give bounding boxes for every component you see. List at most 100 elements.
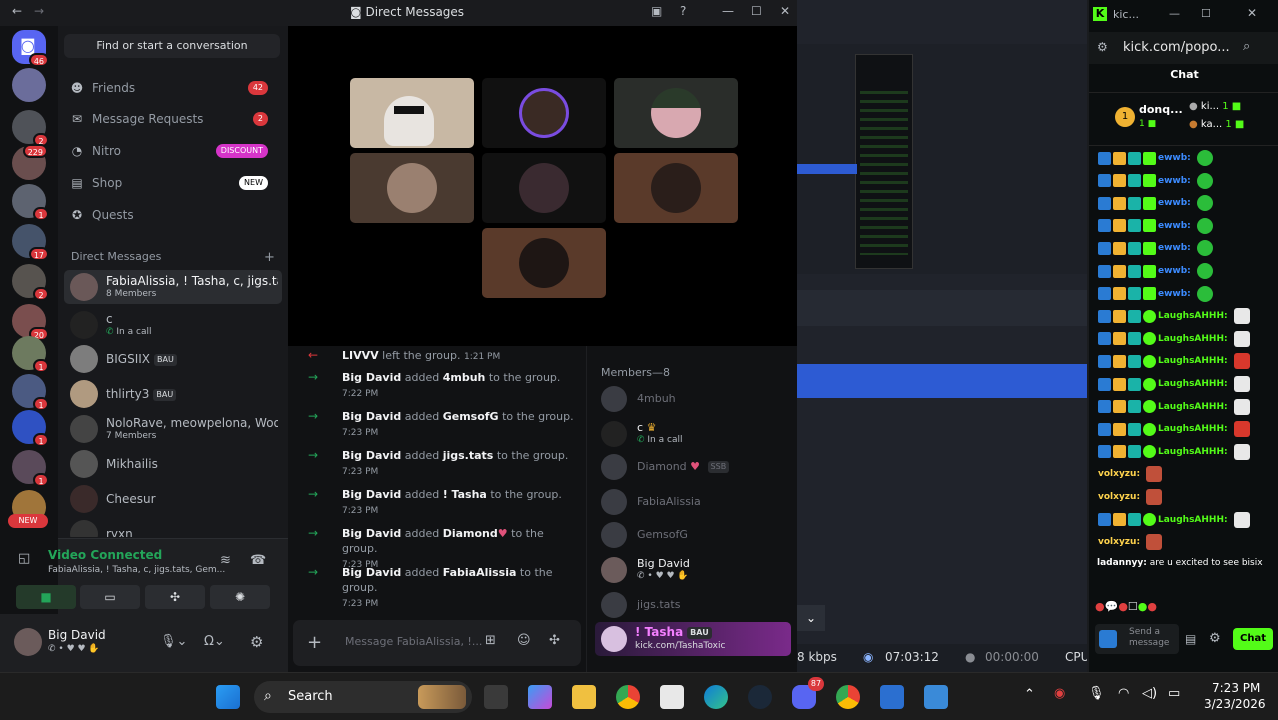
member-item[interactable]: Big David ✆ • ♥ ♥ ✋ [601, 557, 791, 585]
chat-user[interactable]: volxyzu: [1098, 537, 1140, 547]
clock-time[interactable]: 7:23 PM [1212, 681, 1260, 695]
help-icon[interactable]: ? [680, 4, 686, 18]
discord-taskbar-icon[interactable]: 87 [792, 677, 824, 709]
emote-icon[interactable]: 💬 [1105, 600, 1119, 613]
chat-user[interactable]: LaughsAHHH: [1158, 311, 1228, 321]
server-icon[interactable]: 2 [12, 110, 49, 147]
headphones-icon[interactable]: Ω⌄ [204, 634, 225, 649]
create-dm-icon[interactable]: + [264, 250, 275, 265]
activities-button[interactable]: ✣ [145, 585, 205, 609]
chevron-up-icon[interactable]: ⌃ [1024, 687, 1035, 702]
chat-user[interactable]: volxyzu: [1098, 492, 1140, 502]
dm-item[interactable]: Cheesur [64, 482, 282, 516]
chat-user[interactable]: ewwb: [1158, 221, 1191, 231]
nav-shop[interactable]: ▤ Shop NEW [68, 169, 278, 197]
video-tile[interactable] [614, 153, 738, 223]
store-icon[interactable] [660, 685, 684, 709]
chrome-icon[interactable] [616, 685, 640, 709]
emote-icon[interactable]: ● [1147, 600, 1157, 613]
url-text[interactable]: kick.com/popo... [1123, 40, 1230, 55]
chat-user[interactable]: ewwb: [1158, 176, 1191, 186]
apps-icon[interactable]: ✣ [549, 633, 560, 648]
chat-user[interactable]: ewwb: [1158, 243, 1191, 253]
nav-friends[interactable]: ☻ Friends 42 [68, 74, 278, 102]
copilot-icon[interactable] [528, 685, 552, 709]
connection-icon[interactable]: ◱ [18, 551, 30, 566]
emote-icon[interactable]: ☐ [1128, 600, 1138, 613]
emote-icon[interactable]: ● [1118, 600, 1128, 613]
maximize-icon[interactable]: ☐ [1201, 7, 1211, 20]
chat-user[interactable]: LaughsAHHH: [1158, 402, 1228, 412]
emote-icon[interactable]: ● [1138, 600, 1148, 613]
settings-gear-icon[interactable]: ⚙ [1209, 631, 1221, 646]
server-icon[interactable]: 1 [12, 450, 49, 487]
tray-app-icon[interactable]: ◉ [1054, 686, 1065, 701]
server-icon[interactable]: 1 [12, 336, 49, 373]
video-tile[interactable] [482, 153, 606, 223]
microphone-icon[interactable]: 🎙︎ [1088, 686, 1105, 701]
member-item[interactable]: c ♛ ✆ In a call [601, 421, 791, 449]
disconnect-icon[interactable]: ☎ [250, 553, 266, 568]
edge-icon[interactable] [704, 685, 728, 709]
screenshare-button[interactable]: ▭ [80, 585, 140, 609]
close-icon[interactable]: ✕ [780, 4, 790, 18]
gift-icon[interactable]: ▤ [1185, 632, 1196, 646]
nav-nitro[interactable]: ◔ Nitro DISCOUNT [68, 137, 278, 165]
server-icon[interactable]: 20 [12, 304, 49, 341]
dm-item[interactable]: c ✆ In a call [64, 308, 282, 342]
chevron-down-icon[interactable]: ⌄ [797, 605, 825, 631]
maximize-icon[interactable]: ☐ [751, 4, 762, 18]
avatar[interactable] [14, 628, 42, 656]
dm-item[interactable]: BIGSIIX BAU [64, 342, 282, 376]
volume-icon[interactable]: ◁) [1142, 686, 1157, 701]
camera-button[interactable]: ■ [16, 585, 76, 609]
microphone-icon[interactable]: 🎙︎⌄ [160, 634, 187, 649]
chat-user[interactable]: ewwb: [1158, 289, 1191, 299]
send-message-input[interactable]: Send a message [1095, 624, 1179, 654]
chat-user[interactable]: LaughsAHHH: [1158, 379, 1228, 389]
back-arrow-icon[interactable]: ← [12, 4, 22, 18]
server-icon[interactable]: 1 [12, 374, 49, 411]
member-item[interactable]: Diamond ♥ SSB [601, 454, 791, 482]
noise-suppression-icon[interactable]: ≋ [220, 553, 231, 568]
chat-user[interactable]: LaughsAHHH: [1158, 515, 1228, 525]
dm-item[interactable]: NoloRave, meowpelona, Woo... 7 Members [64, 412, 282, 446]
windows-start-icon[interactable] [216, 685, 240, 709]
search-icon[interactable]: ⌕ [1243, 39, 1250, 54]
forward-arrow-icon[interactable]: → [34, 4, 44, 18]
server-icon[interactable]: 229 [12, 144, 48, 180]
video-tile[interactable] [350, 153, 474, 223]
wifi-icon[interactable]: ◠ [1118, 686, 1129, 701]
app-icon[interactable] [924, 685, 948, 709]
nav-message-requests[interactable]: ✉ Message Requests 2 [68, 105, 278, 133]
video-tile[interactable] [482, 228, 606, 298]
chat-user[interactable]: volxyzu: [1098, 469, 1140, 479]
chat-user[interactable]: ewwb: [1158, 266, 1191, 276]
video-tile[interactable] [614, 78, 738, 148]
settings-gear-icon[interactable]: ⚙ [250, 633, 263, 651]
video-tile[interactable] [482, 78, 606, 148]
member-item[interactable]: jigs.tats [601, 592, 791, 620]
gift-icon[interactable]: ⊞ [485, 633, 496, 648]
server-icon[interactable] [12, 68, 46, 102]
steam-icon[interactable] [748, 685, 772, 709]
member-item[interactable]: 4mbuh [601, 386, 791, 414]
server-icon[interactable]: 2 [12, 264, 49, 301]
clock-date[interactable]: 3/23/2026 [1204, 697, 1266, 711]
minimize-icon[interactable]: — [1169, 7, 1180, 20]
battery-icon[interactable]: ▭ [1168, 686, 1180, 701]
server-icon[interactable]: 17 [12, 224, 49, 261]
member-item-featured[interactable]: ! Tasha BAU kick.com/TashaToxic [595, 622, 791, 656]
chat-user[interactable]: ewwb: [1158, 153, 1191, 163]
server-icon[interactable]: 1 [12, 410, 49, 447]
task-view-icon[interactable] [484, 685, 508, 709]
chat-user[interactable]: LaughsAHHH: [1158, 447, 1228, 457]
dm-item[interactable]: ryxn [64, 517, 282, 537]
selected-row[interactable] [797, 364, 1087, 398]
member-item[interactable]: GemsofG [601, 522, 791, 550]
emoji-icon[interactable]: ☺ [517, 633, 531, 648]
app-icon[interactable] [880, 685, 904, 709]
home-button[interactable]: ◙ 46 [12, 30, 49, 67]
file-explorer-icon[interactable] [572, 685, 596, 709]
chat-user[interactable]: LaughsAHHH: [1158, 334, 1228, 344]
